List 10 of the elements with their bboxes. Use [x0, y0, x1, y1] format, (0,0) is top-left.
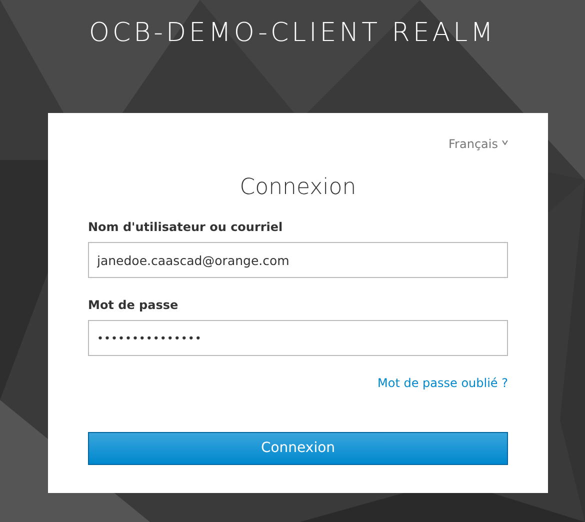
password-field[interactable]: •••••••••••••••: [88, 320, 508, 356]
username-field[interactable]: janedoe.caascad@orange.com: [88, 242, 508, 278]
language-dropdown[interactable]: Français: [448, 135, 498, 153]
forgot-password-link[interactable]: Mot de passe oublié ?: [378, 374, 508, 392]
realm-title: OCB-DEMO-CLIENT REALM: [88, 17, 497, 50]
page-heading: Connexion: [238, 174, 358, 202]
field-label: Mot de passe: [88, 297, 180, 314]
field-label: Nom d'utilisateur ou courriel: [88, 219, 284, 236]
login-button[interactable]: Connexion: [88, 432, 508, 465]
caret-icon: [502, 140, 508, 145]
